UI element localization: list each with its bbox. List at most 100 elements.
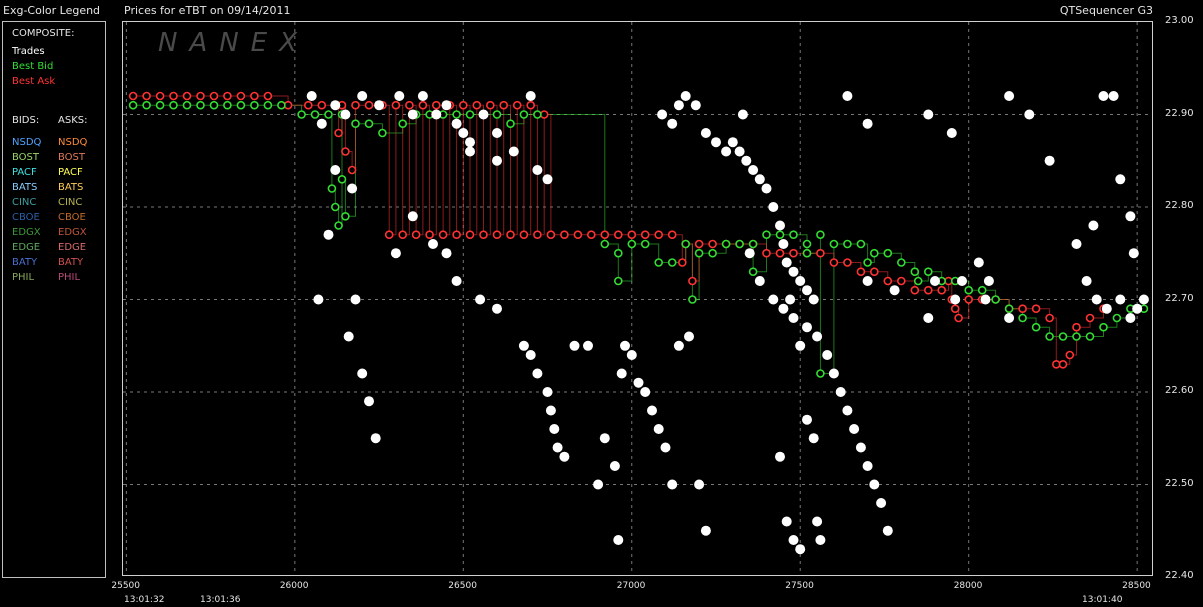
point-trades — [741, 155, 752, 166]
point-trades — [532, 368, 543, 379]
point-best-ask — [1045, 313, 1054, 323]
legend-bid-baty: BATY — [12, 257, 38, 268]
point-best-bid — [324, 110, 333, 119]
x-tick-label: 27500 — [785, 581, 814, 591]
point-trades — [1101, 303, 1112, 314]
point-trades — [842, 91, 853, 101]
point-trades — [357, 368, 368, 379]
point-best-ask — [526, 100, 536, 110]
point-trades — [680, 91, 691, 101]
point-trades — [350, 294, 361, 305]
point-best-ask — [667, 230, 677, 239]
point-best-ask — [341, 147, 350, 156]
point-trades — [876, 498, 887, 508]
point-trades — [542, 174, 553, 185]
legend-title: Exg-Color Legend — [3, 4, 101, 17]
point-trades — [660, 442, 671, 453]
point-trades — [835, 387, 846, 397]
point-best-bid — [829, 239, 839, 249]
point-trades — [569, 340, 580, 351]
legend-ask-bost: BOST — [58, 152, 86, 163]
point-best-ask — [398, 230, 408, 239]
point-best-ask — [708, 239, 717, 249]
price-axis: 23.00 22.90 22.80 22.70 22.60 22.50 22.40 — [1153, 15, 1203, 591]
x-tick-label: 27000 — [616, 581, 646, 591]
legend-bid-edgx: EDGX — [12, 227, 41, 238]
y-tick-label: 22.70 — [1165, 292, 1194, 304]
point-trades — [700, 525, 711, 536]
point-trades — [761, 183, 772, 194]
point-trades — [1115, 174, 1126, 185]
point-trades — [1024, 109, 1035, 120]
point-trades — [1071, 239, 1082, 249]
point-trades — [357, 91, 368, 101]
point-best-ask — [155, 91, 165, 101]
point-trades — [306, 91, 317, 101]
point-best-ask — [573, 230, 583, 239]
point-best-bid — [1031, 322, 1041, 332]
point-best-bid — [775, 230, 785, 239]
point-trades — [478, 109, 489, 120]
legend-ask-baty: BATY — [58, 257, 84, 268]
point-best-bid — [913, 276, 923, 286]
point-best-ask — [304, 100, 313, 110]
point-trades — [431, 109, 442, 120]
point-trades — [1108, 91, 1119, 101]
point-best-bid — [883, 248, 893, 258]
point-trades — [364, 396, 374, 407]
point-trades — [862, 276, 873, 286]
point-best-bid — [863, 258, 872, 267]
point-trades — [957, 276, 967, 286]
point-best-ask — [1065, 350, 1075, 360]
point-best-ask — [954, 313, 963, 323]
point-trades — [508, 146, 519, 157]
point-best-ask — [1031, 304, 1041, 314]
point-best-bid — [869, 248, 879, 258]
point-trades — [690, 100, 701, 111]
point-best-bid — [341, 212, 350, 221]
point-best-bid — [142, 100, 151, 110]
point-trades — [768, 294, 779, 305]
point-trades — [983, 276, 994, 286]
point-best-ask — [843, 258, 852, 267]
point-best-bid — [748, 267, 758, 276]
point-best-bid — [263, 100, 273, 110]
point-trades — [815, 535, 826, 545]
point-trades — [727, 137, 738, 148]
point-best-bid — [182, 100, 192, 110]
point-best-ask — [640, 230, 650, 239]
point-best-bid — [378, 128, 387, 138]
point-best-bid — [1045, 332, 1054, 341]
point-trades — [781, 516, 792, 527]
point-trades — [778, 239, 789, 249]
point-best-bid — [748, 239, 758, 249]
point-trades — [1004, 91, 1015, 101]
chart-title: Prices for eTBT on 09/14/2011 — [124, 4, 291, 17]
point-best-bid — [735, 239, 744, 249]
point-best-bid — [196, 100, 205, 110]
point-trades — [1128, 248, 1139, 259]
point-trades — [330, 165, 341, 175]
point-best-ask — [506, 230, 515, 239]
legend-ask-cboe: CBOE — [58, 212, 86, 223]
point-best-bid — [364, 119, 374, 128]
point-best-ask — [391, 100, 401, 110]
point-trades — [775, 220, 785, 231]
point-best-bid — [654, 258, 664, 267]
point-best-bid — [789, 230, 798, 239]
point-trades — [374, 100, 385, 111]
point-trades — [778, 303, 789, 314]
point-best-ask — [317, 100, 327, 110]
point-trades — [640, 387, 651, 397]
point-trades — [465, 146, 475, 157]
point-trades — [785, 294, 796, 305]
point-best-ask — [169, 91, 178, 101]
point-trades — [525, 91, 536, 101]
point-trades — [599, 433, 610, 444]
point-best-bid — [1072, 332, 1081, 341]
price-plot-area[interactable]: NANEX — [122, 21, 1153, 576]
point-best-ask — [910, 285, 920, 295]
point-trades — [1125, 211, 1136, 222]
point-trades — [842, 405, 853, 416]
point-best-ask — [196, 91, 205, 101]
